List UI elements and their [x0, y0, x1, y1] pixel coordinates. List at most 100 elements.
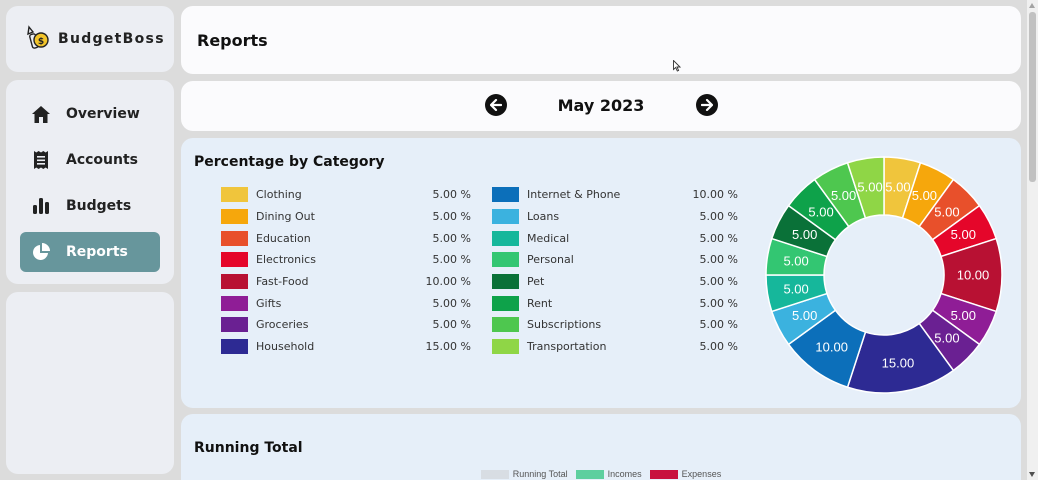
bar-chart-icon — [30, 195, 52, 217]
donut-slice-label: 15.00 — [882, 355, 915, 370]
running-total-panel: Running Total Running Total Incomes Expens… — [181, 414, 1021, 480]
scroll-up-arrow-icon[interactable] — [1029, 3, 1035, 8]
legend-item: Medical 5.00 % — [492, 227, 738, 249]
donut-slice-label: 5.00 — [885, 180, 910, 195]
page-header: Reports — [181, 6, 1021, 74]
nav-label-budgets: Budgets — [66, 198, 132, 214]
legend-category-name: Education — [256, 231, 311, 245]
legend-item: Personal 5.00 % — [492, 249, 738, 271]
nav-item-overview[interactable]: Overview — [20, 94, 160, 134]
home-icon — [30, 103, 52, 125]
running-total-legend-item[interactable]: Expenses — [649, 469, 722, 479]
legend-category-percent: 5.00 % — [699, 318, 738, 332]
donut-slice-label: 5.00 — [934, 205, 959, 220]
legend-item: Gifts 5.00 % — [221, 292, 471, 314]
legend-category-name: Personal — [527, 253, 574, 267]
legend-category-name: Household — [256, 340, 315, 354]
nav-item-budgets[interactable]: Budgets — [20, 186, 160, 226]
sidebar-footer-panel — [6, 292, 174, 474]
legend-category-name: Electronics — [256, 253, 316, 267]
money-bag-icon: $ — [27, 25, 49, 49]
nav-label-reports: Reports — [66, 244, 128, 260]
arrow-right-icon — [701, 99, 713, 111]
scroll-down-arrow-icon[interactable] — [1029, 472, 1035, 477]
legend-item: Subscriptions 5.00 % — [492, 314, 738, 336]
donut-slice-label: 10.00 — [815, 340, 848, 355]
legend-item: Rent 5.00 % — [492, 292, 738, 314]
legend-category-name: Pet — [527, 275, 545, 289]
running-total-legend-item[interactable]: Incomes — [575, 469, 642, 479]
page-scrollbar[interactable] — [1027, 0, 1038, 480]
legend-swatch — [221, 209, 248, 225]
legend-swatch — [492, 187, 519, 203]
legend-item: Clothing 5.00 % — [221, 184, 471, 206]
legend-swatch — [221, 230, 248, 246]
legend-category-name: Fast-Food — [256, 275, 309, 289]
donut-slice-label: 5.00 — [792, 227, 817, 242]
legend-item: Dining Out 5.00 % — [221, 206, 471, 228]
running-total-title: Running Total — [194, 440, 303, 456]
legend-item: Fast-Food 10.00 % — [221, 271, 471, 293]
app-logo[interactable]: $ BudgetBoss — [6, 6, 174, 72]
legend-category-name: Subscriptions — [527, 318, 602, 332]
donut-slice-label: 5.00 — [951, 227, 976, 242]
legend-item: Electronics 5.00 % — [221, 249, 471, 271]
nav-label-overview: Overview — [66, 106, 140, 122]
nav-item-reports[interactable]: Reports — [20, 232, 160, 272]
legend-swatch — [492, 317, 519, 333]
legend-swatch — [221, 339, 248, 355]
donut-slice-label: 10.00 — [957, 268, 990, 283]
legend-category-percent: 5.00 % — [699, 253, 738, 267]
legend-category-percent: 5.00 % — [699, 296, 738, 310]
next-month-button[interactable] — [696, 94, 718, 116]
current-month-label: May 2023 — [557, 96, 645, 115]
nav-item-accounts[interactable]: Accounts — [20, 140, 160, 180]
legend-category-percent: 5.00 % — [432, 318, 471, 332]
legend-category-name: Gifts — [256, 296, 282, 310]
month-navigator: May 2023 — [181, 81, 1021, 131]
legend-category-percent: 5.00 % — [699, 340, 738, 354]
legend-item: Pet 5.00 % — [492, 271, 738, 293]
legend-item: Groceries 5.00 % — [221, 314, 471, 336]
legend-category-name: Groceries — [256, 318, 309, 332]
running-total-legend: Running Total Incomes Expenses — [181, 469, 1021, 479]
legend-swatch — [221, 317, 248, 333]
scrollbar-thumb[interactable] — [1029, 12, 1036, 182]
legend-item: Loans 5.00 % — [492, 206, 738, 228]
legend-category-name: Rent — [527, 296, 553, 310]
donut-slice-label: 5.00 — [783, 281, 808, 296]
legend-item: Household 15.00 % — [221, 336, 471, 358]
legend-category-name: Clothing — [256, 188, 302, 202]
legend-swatch — [492, 209, 519, 225]
receipt-icon — [30, 149, 52, 171]
donut-slice-label: 5.00 — [912, 188, 937, 203]
legend-category-percent: 5.00 % — [699, 275, 738, 289]
legend-category-name: Loans — [527, 210, 560, 224]
category-percentage-panel: Percentage by Category Clothing 5.00 % Din… — [181, 138, 1021, 408]
running-total-legend-item[interactable]: Running Total — [480, 469, 568, 479]
legend-category-percent: 5.00 % — [432, 188, 471, 202]
sidebar-nav: Overview Accounts Budgets Reports — [6, 80, 174, 284]
legend-category-name: Transportation — [527, 340, 607, 354]
legend-category-percent: 5.00 % — [432, 210, 471, 224]
donut-slice-label: 5.00 — [783, 254, 808, 269]
legend-category-percent: 10.00 % — [425, 275, 471, 289]
page-title: Reports — [197, 30, 268, 50]
category-donut-chart: 5.005.005.005.0010.005.005.0015.0010.005… — [765, 156, 1003, 394]
legend-item: Education 5.00 % — [221, 227, 471, 249]
legend-item: Internet & Phone 10.00 % — [492, 184, 738, 206]
legend-category-percent: 5.00 % — [432, 253, 471, 267]
running-total-legend-swatch — [649, 469, 678, 479]
running-total-legend-swatch — [480, 469, 509, 479]
legend-category-percent: 5.00 % — [432, 231, 471, 245]
legend-category-percent: 5.00 % — [432, 296, 471, 310]
legend-swatch — [492, 230, 519, 246]
running-total-legend-label: Running Total — [512, 469, 568, 479]
running-total-legend-label: Expenses — [681, 469, 722, 479]
svg-text:$: $ — [38, 37, 44, 47]
legend-category-name: Internet & Phone — [527, 188, 621, 202]
legend-category-name: Dining Out — [256, 210, 315, 224]
mouse-cursor-icon — [673, 60, 681, 72]
donut-slice-label: 5.00 — [857, 180, 882, 195]
legend-category-name: Medical — [527, 231, 570, 245]
